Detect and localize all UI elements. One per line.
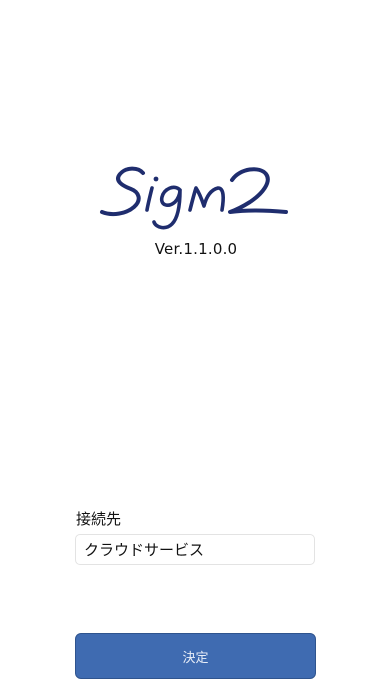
sign2-logo-graphic [100, 166, 288, 230]
app-logo [98, 150, 294, 230]
connection-destination-value: クラウドサービス [84, 541, 205, 559]
connection-label: 接続先 [76, 510, 122, 528]
connection-destination-field[interactable]: クラウドサービス [75, 534, 315, 565]
decide-button[interactable]: 決定 [75, 633, 316, 679]
app-version: Ver.1.1.0.0 [154, 240, 238, 258]
